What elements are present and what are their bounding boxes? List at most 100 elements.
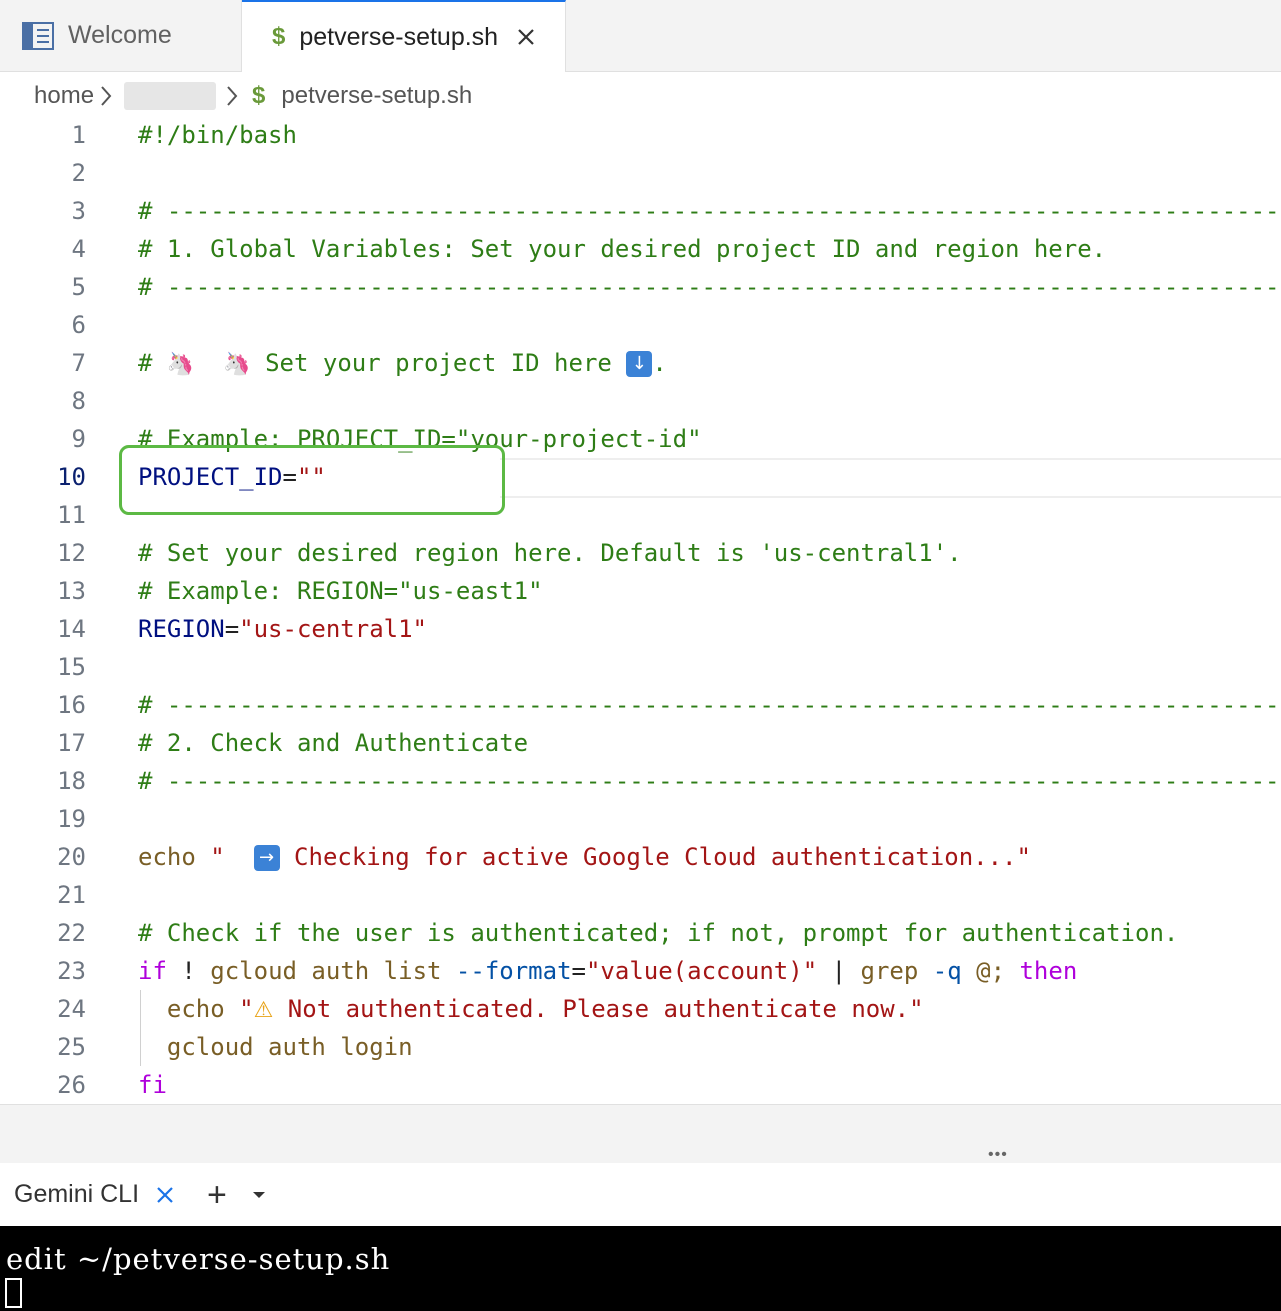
code-token: auth login bbox=[253, 1033, 413, 1061]
code-token: | bbox=[817, 957, 861, 985]
code-line: if ! gcloud auth list --format="value(ac… bbox=[138, 952, 1077, 990]
line-number: 24 bbox=[57, 995, 86, 1023]
code-line: gcloud auth login bbox=[138, 1028, 413, 1066]
code-token: "value(account)" bbox=[585, 957, 818, 985]
tab-label: petverse-setup.sh bbox=[299, 22, 499, 51]
chevron-right-icon bbox=[100, 85, 112, 107]
code-line: REGION="us-central1" bbox=[138, 610, 427, 648]
code-token: -q bbox=[918, 957, 962, 985]
line-number: 3 bbox=[71, 197, 86, 225]
code-token: " bbox=[224, 995, 254, 1023]
line-number: 22 bbox=[57, 919, 86, 947]
code-line: # --------------------------------------… bbox=[138, 273, 1280, 301]
code-token: = bbox=[571, 957, 586, 985]
code-token: ! bbox=[166, 957, 211, 985]
terminal-tab-gemini-cli[interactable]: Gemini CLI bbox=[14, 1180, 139, 1209]
line-number: 21 bbox=[57, 881, 86, 909]
terminal-command: edit ~/petverse-setup.sh bbox=[6, 1242, 391, 1276]
code-line: # Set your desired region here. Default … bbox=[138, 539, 962, 567]
code-token: if bbox=[138, 957, 167, 985]
code-token: REGION bbox=[138, 615, 225, 643]
terminal[interactable]: edit ~/petverse-setup.sh bbox=[0, 1226, 1281, 1311]
unicorn-icon: 🦄 bbox=[166, 352, 195, 377]
code-token: = bbox=[224, 615, 240, 643]
code-line: # Example: REGION="us-east1" bbox=[138, 577, 543, 605]
code-line: echo " → Checking for active Google Clou… bbox=[138, 838, 1031, 876]
code-line: # 🦄 🦄 Set your project ID here ↓. bbox=[138, 344, 667, 384]
line-number: 19 bbox=[57, 805, 86, 833]
code-token: auth list bbox=[296, 957, 456, 985]
line-number: 17 bbox=[57, 729, 86, 757]
panel-splitter[interactable] bbox=[0, 1105, 1281, 1163]
code-token: gcloud bbox=[138, 1033, 254, 1061]
unicorn-icon: 🦄 bbox=[223, 352, 251, 377]
chevron-right-icon bbox=[226, 85, 238, 107]
chevron-down-icon[interactable] bbox=[251, 1190, 267, 1200]
line-number: 15 bbox=[57, 653, 86, 681]
code-token: grep bbox=[860, 957, 919, 985]
code-editor[interactable]: 1 #!/bin/bash 2 3 # ----------------------… bbox=[0, 116, 1281, 1104]
code-token: Checking for active Google Cloud authent… bbox=[279, 843, 1031, 871]
line-number: 6 bbox=[71, 311, 86, 339]
line-number: 7 bbox=[71, 349, 86, 377]
line-number: 13 bbox=[57, 577, 86, 605]
indent-guide bbox=[140, 990, 141, 1066]
line-number: 14 bbox=[57, 615, 86, 643]
close-icon[interactable] bbox=[516, 27, 536, 47]
breadcrumb-redacted-folder[interactable] bbox=[124, 82, 217, 110]
code-token: " bbox=[195, 843, 254, 871]
code-token: "us-central1" bbox=[239, 615, 427, 643]
code-token: Set your project ID here bbox=[250, 349, 627, 377]
breadcrumb-file[interactable]: petverse-setup.sh bbox=[281, 82, 472, 110]
code-line: # 1. Global Variables: Set your desired … bbox=[138, 235, 1107, 263]
breadcrumb: home $ petverse-setup.sh bbox=[34, 76, 472, 116]
line-number: 8 bbox=[71, 387, 86, 415]
line-number: 18 bbox=[57, 767, 86, 795]
book-icon bbox=[22, 21, 54, 50]
line-number: 25 bbox=[57, 1033, 86, 1061]
code-token: gcloud bbox=[210, 957, 297, 985]
terminal-cursor bbox=[5, 1278, 22, 1308]
close-icon[interactable] bbox=[155, 1185, 175, 1205]
code-token: echo bbox=[138, 843, 196, 871]
line-number-current: 10 bbox=[57, 463, 86, 491]
editor-tab-bar: Welcome $ petverse-setup.sh bbox=[0, 0, 1281, 72]
down-arrow-icon: ↓ bbox=[626, 351, 653, 377]
dollar-icon: $ bbox=[272, 23, 286, 50]
line-number: 1 bbox=[71, 121, 86, 149]
warning-icon: ⚠ bbox=[253, 998, 274, 1023]
code-line: # --------------------------------------… bbox=[138, 197, 1280, 225]
code-token: --format bbox=[455, 957, 572, 985]
line-number: 11 bbox=[57, 501, 86, 529]
code-token: # bbox=[138, 349, 167, 377]
tab-petverse-setup[interactable]: $ petverse-setup.sh bbox=[242, 0, 566, 72]
line-number: 5 bbox=[71, 273, 86, 301]
line-number: 2 bbox=[71, 159, 86, 187]
code-token: . bbox=[652, 349, 667, 377]
code-line: # 2. Check and Authenticate bbox=[138, 729, 529, 757]
code-token: Not authenticated. Please authenticate n… bbox=[273, 995, 924, 1023]
code-line: # --------------------------------------… bbox=[138, 767, 1280, 795]
line-number: 26 bbox=[57, 1071, 86, 1099]
code-line: fi bbox=[138, 1071, 167, 1099]
line-number: 20 bbox=[57, 843, 86, 871]
annotation-highlight-box bbox=[119, 445, 505, 515]
add-terminal-button[interactable]: + bbox=[207, 1178, 227, 1212]
code-token: @; bbox=[961, 957, 1020, 985]
line-number: 12 bbox=[57, 539, 86, 567]
more-actions-icon[interactable]: ••• bbox=[988, 1146, 1008, 1164]
line-number: 16 bbox=[57, 691, 86, 719]
code-line: # --------------------------------------… bbox=[138, 691, 1280, 719]
code-line: echo "⚠ Not authenticated. Please authen… bbox=[138, 990, 924, 1030]
tab-label: Welcome bbox=[68, 21, 172, 49]
line-number: 23 bbox=[57, 957, 86, 985]
line-number: 9 bbox=[71, 425, 86, 453]
code-line: # Check if the user is authenticated; if… bbox=[138, 919, 1179, 947]
code-token: then bbox=[1019, 957, 1078, 985]
code-line: #!/bin/bash bbox=[138, 121, 297, 149]
line-number: 4 bbox=[71, 235, 86, 263]
breadcrumb-home[interactable]: home bbox=[34, 82, 94, 110]
tab-welcome[interactable]: Welcome bbox=[0, 0, 242, 71]
code-token: echo bbox=[138, 995, 225, 1023]
terminal-tab-bar: Gemini CLI + bbox=[0, 1163, 1281, 1226]
